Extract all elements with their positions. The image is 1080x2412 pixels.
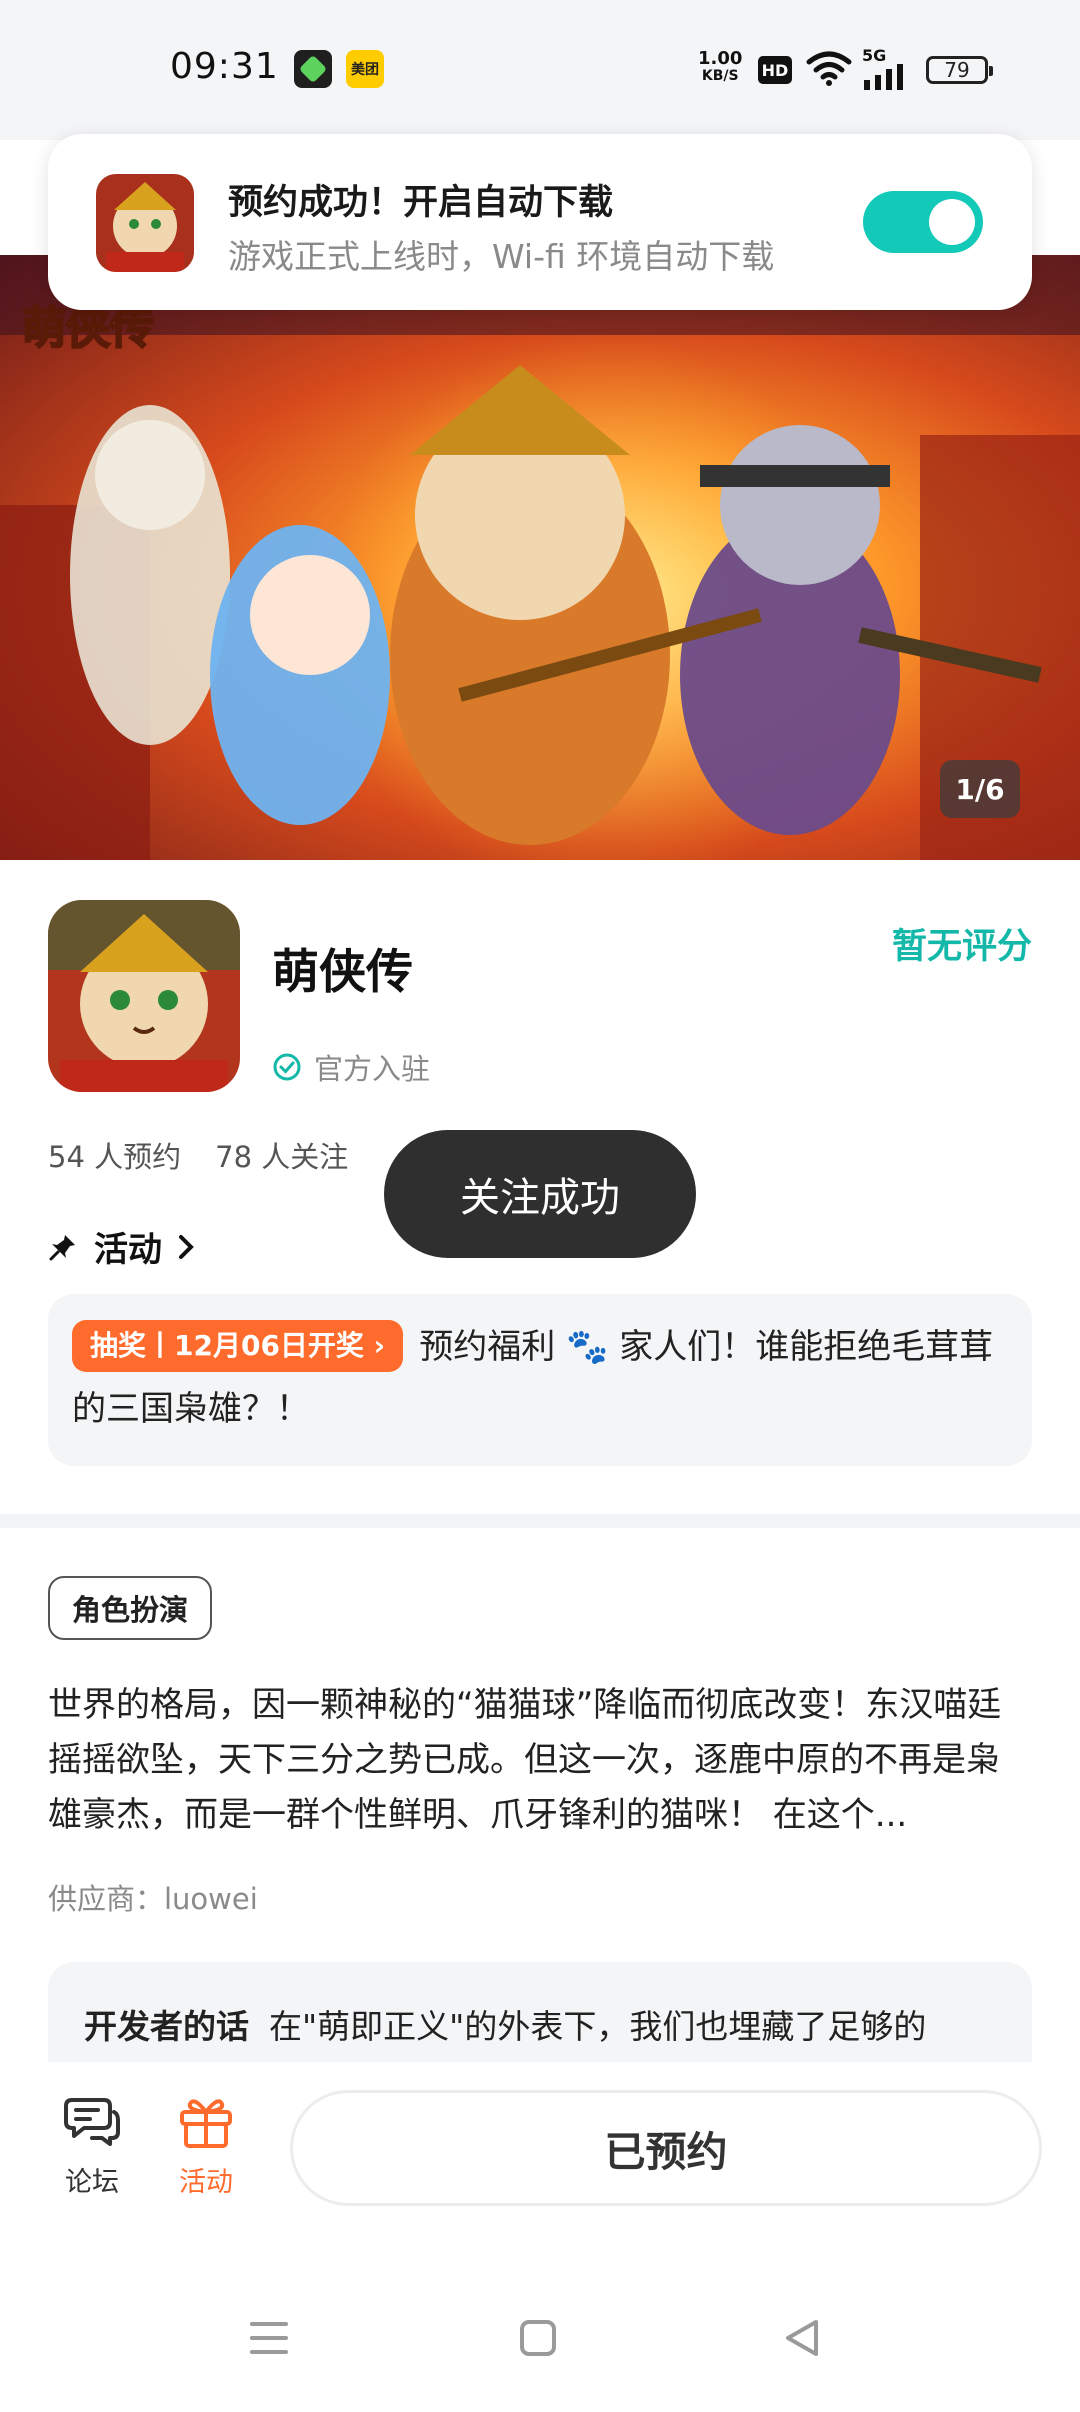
game-title: 萌侠传 bbox=[272, 945, 413, 1000]
lottery-tag-label: 抽奖丨12月06日开奖 bbox=[90, 1329, 364, 1362]
chevron-right-icon bbox=[179, 1234, 194, 1259]
verified-check-icon bbox=[273, 1053, 301, 1081]
banner-page-counter: 1/6 bbox=[940, 760, 1020, 818]
supplier-info: 供应商：luowei bbox=[48, 1882, 258, 1916]
pin-icon bbox=[49, 1234, 75, 1260]
meituan-notification-icon: 美团 bbox=[346, 50, 384, 88]
status-time: 09:31 bbox=[170, 46, 279, 87]
activity-card[interactable]: 抽奖丨12月06日开奖 › 预约福利 🐾 家人们！谁能拒绝毛茸茸的三国枭雄？！ bbox=[48, 1294, 1032, 1466]
game-banner-carousel[interactable]: 萌侠传 1/6 bbox=[0, 255, 1080, 860]
app-notification-icon bbox=[294, 50, 332, 88]
reservation-count: 54 人预约 bbox=[48, 1140, 182, 1174]
wifi-icon bbox=[806, 51, 852, 86]
forum-chat-icon bbox=[64, 2098, 120, 2146]
activity-text-before: 预约福利 bbox=[419, 1327, 556, 1367]
system-navigation-bar bbox=[0, 2290, 1080, 2410]
notification-subtitle: 游戏正式上线时，Wi-fi 环境自动下载 bbox=[228, 237, 775, 276]
signal-bars-icon bbox=[864, 64, 903, 90]
forum-tab[interactable]: 论坛 bbox=[42, 2092, 142, 2199]
game-stats: 54 人预约 78 人关注 bbox=[48, 1134, 348, 1176]
forum-label: 论坛 bbox=[65, 2167, 119, 2198]
gift-icon bbox=[180, 2099, 232, 2148]
activity-heading: 活动 bbox=[94, 1230, 162, 1270]
activity-label: 活动 bbox=[179, 2167, 233, 2198]
developer-note-text: 在"萌即正义"的外表下，我们也埋藏了足够的 bbox=[269, 2007, 927, 2046]
status-bar: 09:31 美团 1.00 KB/S HD 5G 79 bbox=[0, 0, 1080, 140]
lottery-tag[interactable]: 抽奖丨12月06日开奖 › bbox=[72, 1320, 404, 1372]
hd-icon: HD bbox=[758, 56, 792, 84]
toggle-knob bbox=[929, 199, 975, 245]
game-rating[interactable]: 暂无评分 bbox=[892, 918, 1032, 969]
official-verified-badge: 官方入驻 bbox=[272, 1046, 430, 1088]
game-icon bbox=[48, 900, 240, 1092]
game-description[interactable]: 世界的格局，因一颗神秘的“猫猫球”降临而彻底改变！东汉喵廷摇摇欲坠，天下三分之势… bbox=[48, 1678, 1032, 1843]
developer-note[interactable]: 开发者的话 在"萌即正义"的外表下，我们也埋藏了足够的 bbox=[48, 1962, 1032, 2062]
signal-icon: 5G bbox=[862, 48, 908, 94]
auto-download-toggle[interactable] bbox=[863, 191, 983, 253]
follow-count: 78 人关注 bbox=[215, 1140, 349, 1174]
notification-title: 预约成功！开启自动下载 bbox=[228, 183, 614, 223]
activity-header[interactable]: 活动 bbox=[48, 1222, 196, 1271]
network-speed: 1.00 KB/S bbox=[698, 48, 743, 85]
reserved-button[interactable]: 已预约 bbox=[290, 2090, 1042, 2206]
verified-label: 官方入驻 bbox=[314, 1052, 431, 1086]
network-speed-value: 1.00 bbox=[698, 48, 743, 69]
back-icon[interactable] bbox=[782, 2316, 822, 2360]
activity-tab[interactable]: 活动 bbox=[156, 2092, 256, 2199]
banner-artwork: 萌侠传 bbox=[0, 255, 1080, 860]
battery-icon: 79 bbox=[926, 56, 993, 84]
developer-note-label: 开发者的话 bbox=[84, 2007, 249, 2046]
network-speed-unit: KB/S bbox=[701, 68, 739, 84]
notification-game-icon bbox=[96, 174, 194, 272]
section-divider bbox=[0, 1514, 1080, 1528]
genre-tag[interactable]: 角色扮演 bbox=[48, 1576, 213, 1640]
paw-icon: 🐾 bbox=[566, 1327, 609, 1367]
menu-icon[interactable] bbox=[248, 2318, 290, 2358]
signal-type: 5G bbox=[862, 46, 887, 65]
banner-logo-text: 萌侠传 bbox=[22, 303, 154, 354]
follow-success-toast: 关注成功 bbox=[384, 1130, 696, 1258]
home-icon[interactable] bbox=[518, 2318, 558, 2358]
reservation-notification: 预约成功！开启自动下载 游戏正式上线时，Wi-fi 环境自动下载 bbox=[48, 134, 1032, 310]
